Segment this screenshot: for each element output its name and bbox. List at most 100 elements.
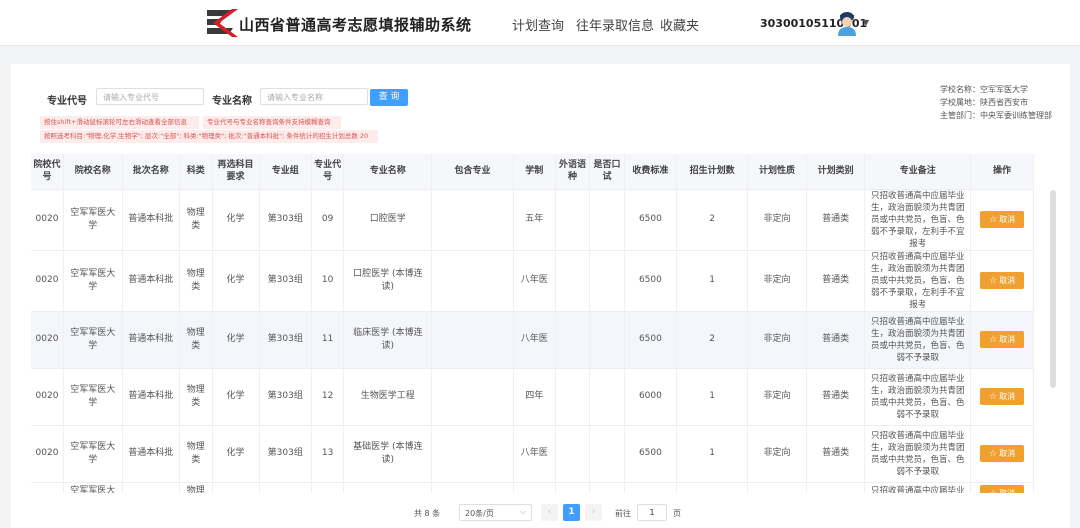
cancel-favorite-button[interactable]: ☆取消: [980, 445, 1025, 462]
cancel-label: 取消: [999, 276, 1016, 285]
cancel-favorite-button[interactable]: ☆取消: [980, 331, 1025, 348]
col-major-name: 专业名称: [343, 154, 433, 190]
cell-language: [555, 311, 591, 369]
cell-language: [555, 368, 591, 426]
cell-category: 物理类: [179, 311, 213, 369]
cell-action: ☆取消: [970, 482, 1034, 493]
cell-remark: 只招收普通高中应届毕业生，政治面貌须为共青团员或中共党员，色盲、色弱不予录取: [864, 368, 972, 426]
cell-subject-req: 化学: [212, 189, 260, 251]
col-major-group: 专业组: [259, 154, 312, 190]
prev-page-button[interactable]: ‹: [541, 504, 558, 521]
site-title: 山西省普通高考志愿填报辅助系统: [239, 16, 472, 34]
cell-plan-nature: 非定向: [747, 311, 807, 369]
chevron-down-icon[interactable]: ▼: [863, 18, 869, 27]
cell-oral-test: [589, 368, 625, 426]
cancel-label: 取消: [999, 335, 1016, 344]
page-number-current[interactable]: 1: [563, 504, 580, 521]
cancel-label: 取消: [999, 392, 1016, 401]
cell-major-code: [311, 482, 345, 493]
cell-subject-req: 化学: [212, 250, 260, 312]
table-row: 0020 空军军医大学 普通本科批 物理类 化学 第303组 10 口腔医学 (本博连读) 八年…: [31, 250, 1034, 312]
cell-major-name: [343, 482, 433, 493]
cell-duration: [513, 482, 556, 493]
next-page-button[interactable]: ›: [585, 504, 602, 521]
cell-duration: 八年医: [513, 311, 556, 369]
cell-category: 物理: [179, 482, 213, 493]
cell-action: ☆取消: [970, 425, 1034, 483]
cell-included-majors: [431, 189, 514, 251]
cell-plan-count: 1: [676, 425, 749, 483]
cell-remark: 只招收普通高中应届毕业生，政治面貌须为共青团员: [864, 482, 972, 493]
cell-major-group: 第303组: [259, 425, 312, 483]
cell-school-code: 0020: [31, 368, 64, 426]
cell-fee: 6500: [624, 189, 678, 251]
cancel-favorite-button[interactable]: ☆取消: [980, 484, 1025, 493]
cancel-favorite-button[interactable]: ☆取消: [980, 272, 1025, 289]
cell-major-code: 10: [311, 250, 345, 312]
cell-subject-req: 化学: [212, 368, 260, 426]
table-body: 0020 空军军医大学 普通本科批 物理类 化学 第303组 09 口腔医学 五年 6500 2 非定…: [31, 189, 1034, 493]
cell-included-majors: [431, 425, 514, 483]
cell-plan-count: 1: [676, 368, 749, 426]
col-fee: 收费标准: [624, 154, 678, 190]
cell-plan-type: 普通类: [806, 189, 866, 251]
cell-remark: 只招收普通高中应届毕业生，政治面貌须为共青团员或中共党员，色盲、色弱不予录取: [864, 425, 972, 483]
cell-remark: 只招收普通高中应届毕业生，政治面貌须为共青团员或中共党员，色盲、色弱不予录取: [864, 311, 972, 369]
cell-language: [555, 425, 591, 483]
cell-subject-req: 化学: [212, 425, 260, 483]
cell-fee: [624, 482, 678, 493]
cancel-favorite-button[interactable]: ☆取消: [980, 388, 1025, 405]
cell-action: ☆取消: [970, 250, 1034, 312]
plan-table: 院校代号 院校名称 批次名称 科类 再选科目要求 专业组 专业代号 专业名称 包…: [31, 154, 1034, 493]
col-duration: 学制: [513, 154, 556, 190]
cell-duration: 八年医: [513, 250, 556, 312]
cell-fee: 6500: [624, 250, 678, 312]
nav-plan-query[interactable]: 计划查询: [512, 15, 564, 34]
cell-action: ☆取消: [970, 368, 1034, 426]
cell-batch: 普通本科批: [122, 311, 181, 369]
cell-school-code: 0020: [31, 311, 64, 369]
cell-category: 物理类: [179, 250, 213, 312]
cell-plan-nature: 非定向: [747, 425, 807, 483]
col-action: 操作: [970, 154, 1034, 190]
col-plan-nature: 计划性质: [747, 154, 807, 190]
cell-major-code: 12: [311, 368, 345, 426]
table-scrollbar[interactable]: [1050, 190, 1056, 388]
nav-favorites[interactable]: 收藏夹: [660, 15, 699, 34]
pager-total: 共 8 条: [414, 509, 441, 518]
cell-batch: 普通本科批: [122, 250, 181, 312]
cell-plan-count: 1: [676, 250, 749, 312]
table-row: 0020 空军军医大学 普通本科批 物理类 化学 第303组 13 基础医学 (本博连读) 八年…: [31, 425, 1034, 483]
table-row: 空军军医大 物理 只招收普通高中应届毕业生，政治面貌须为共青团员 ☆取消: [31, 482, 1034, 493]
cell-school-name: 空军军医大: [63, 482, 123, 493]
cell-plan-nature: 非定向: [747, 189, 807, 251]
cell-major-group: [259, 482, 312, 493]
cell-batch: 普通本科批: [122, 189, 181, 251]
goto-page-input[interactable]: 1: [637, 504, 667, 521]
main-panel: 专业代号 请输入专业代号 专业名称 请输入专业名称 查 询 按住shift+滑动…: [11, 64, 1070, 528]
cell-oral-test: [589, 482, 625, 493]
col-language: 外语语种: [555, 154, 591, 190]
star-icon: ☆: [989, 392, 998, 402]
col-school-code: 院校代号: [31, 154, 64, 190]
user-avatar-icon[interactable]: [835, 10, 859, 36]
goto-label: 前往: [615, 509, 631, 518]
col-remark: 专业备注: [864, 154, 972, 190]
cell-oral-test: [589, 311, 625, 369]
cell-school-code: [31, 482, 64, 493]
cell-school-code: 0020: [31, 189, 64, 251]
cell-included-majors: [431, 368, 514, 426]
cancel-favorite-button[interactable]: ☆取消: [980, 211, 1025, 228]
col-major-code: 专业代号: [311, 154, 345, 190]
cell-major-name: 口腔医学 (本博连读): [343, 250, 433, 312]
cell-plan-nature: 非定向: [747, 250, 807, 312]
cell-batch: 普通本科批: [122, 425, 181, 483]
cell-language: [555, 250, 591, 312]
cell-plan-nature: [747, 482, 807, 493]
page-size-select[interactable]: 20条/页 ⌵: [459, 504, 532, 521]
nav-past-admissions[interactable]: 往年录取信息: [576, 15, 654, 34]
col-plan-type: 计划类别: [806, 154, 866, 190]
cell-batch: [122, 482, 181, 493]
cell-fee: 6500: [624, 425, 678, 483]
cell-included-majors: [431, 311, 514, 369]
